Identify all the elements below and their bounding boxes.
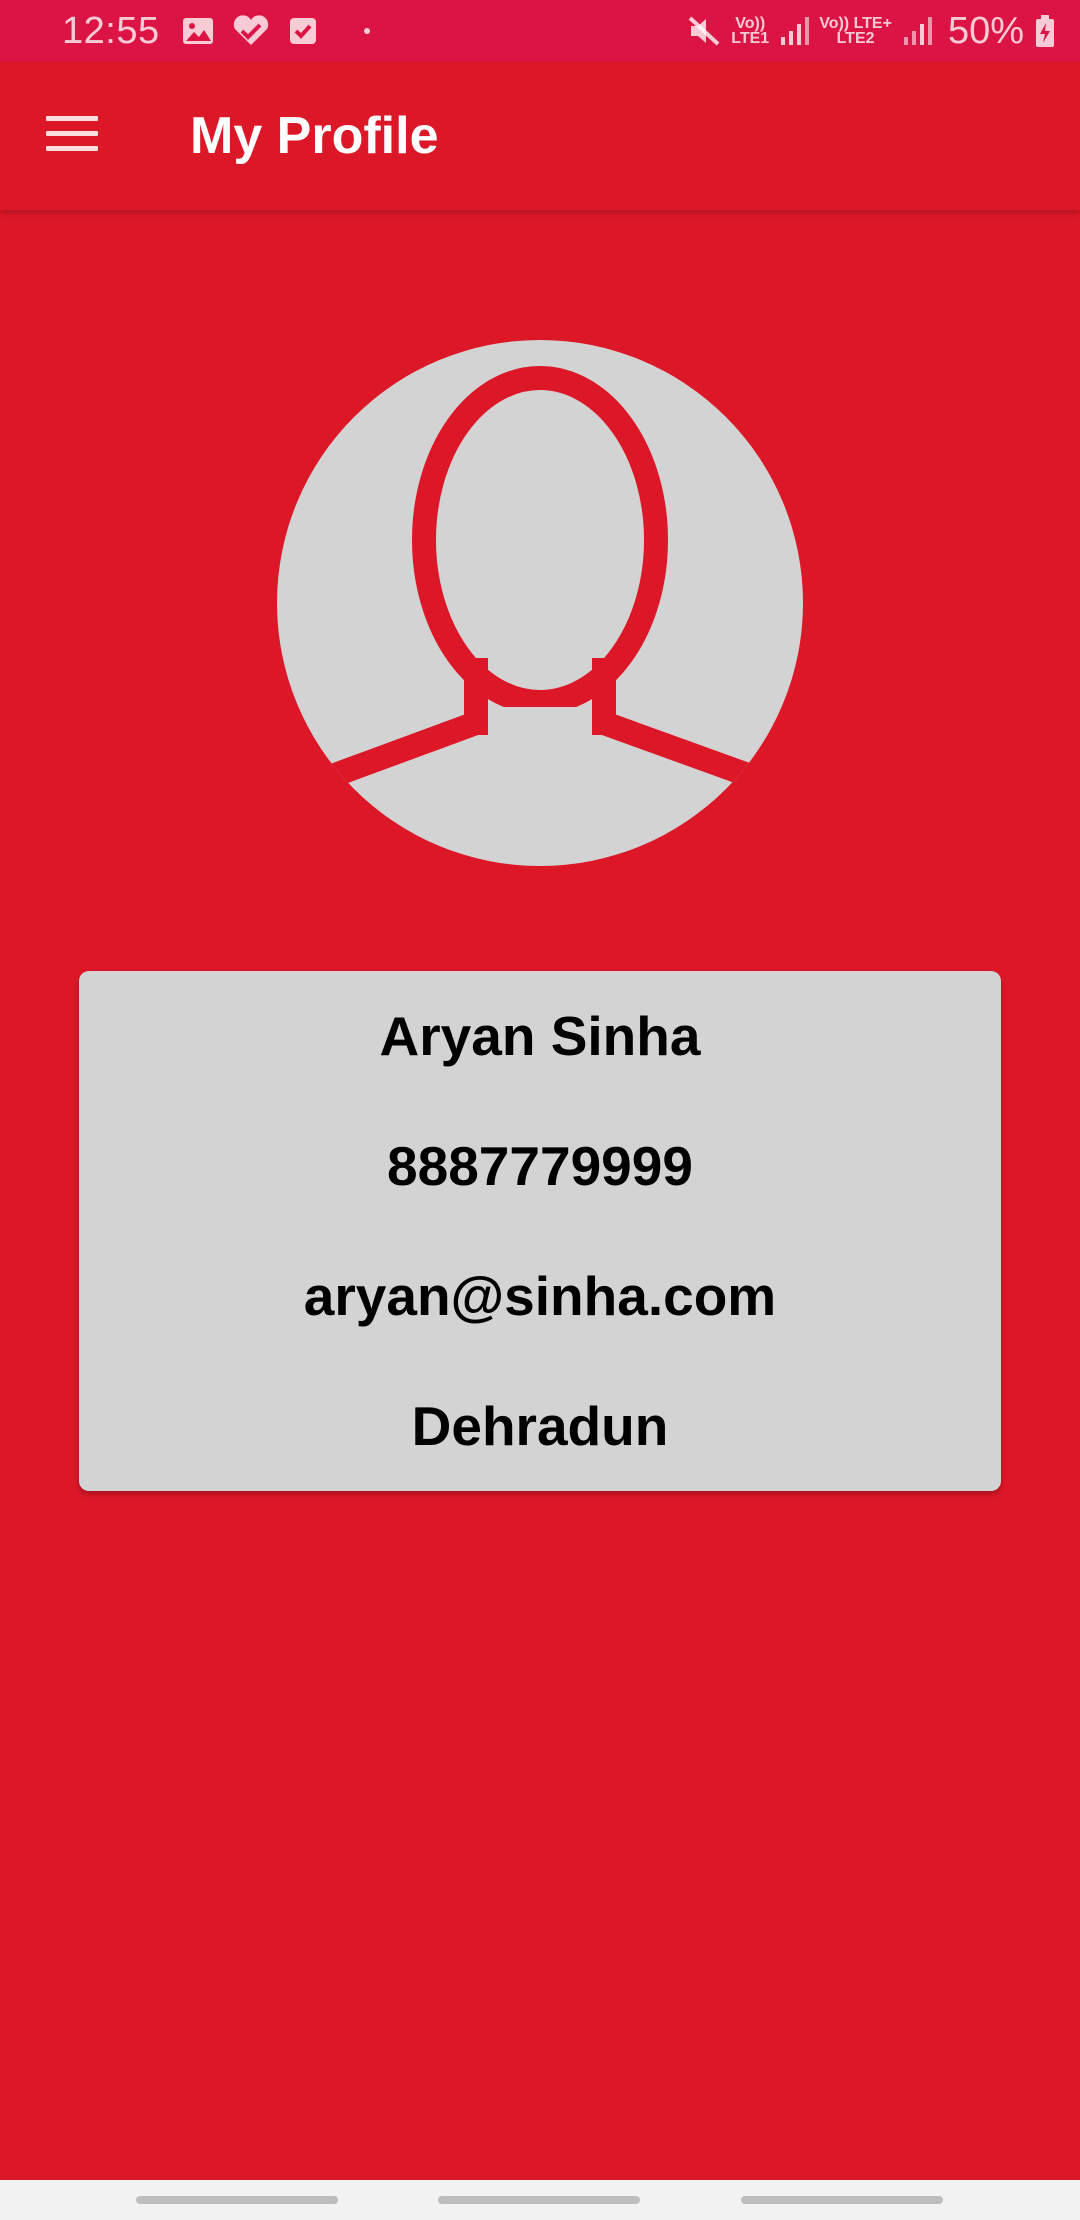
status-left-icons: [182, 15, 370, 47]
navigation-bar: [0, 2180, 1080, 2220]
notification-dot: [363, 28, 370, 34]
volte-lte1-icon: Vo)) LTE1: [731, 15, 770, 47]
user-avatar-icon: [277, 340, 803, 866]
mute-icon: [687, 15, 721, 47]
volte-lte2-icon: Vo)) LTE+ LTE2: [819, 15, 892, 47]
health-icon: [232, 15, 270, 47]
profile-city: Dehradun: [411, 1395, 669, 1457]
battery-icon: [1034, 14, 1056, 48]
nav-home-handle[interactable]: [438, 2196, 640, 2204]
nav-recent-handle[interactable]: [136, 2196, 338, 2204]
nav-back-handle[interactable]: [741, 2196, 943, 2204]
battery-percentage: 50%: [947, 9, 1024, 52]
signal-icon: [779, 15, 810, 47]
status-right-icons: Vo)) LTE1 Vo)) LTE+ LTE2 50%: [687, 10, 1056, 53]
profile-email: aryan@sinha.com: [303, 1265, 777, 1327]
profile-phone: 8887779999: [387, 1135, 693, 1197]
hamburger-menu-button[interactable]: [24, 88, 120, 184]
profile-name: Aryan Sinha: [379, 1005, 701, 1067]
status-time: 12:55: [62, 9, 160, 52]
status-bar: 12:55 Vo)) LTE1 Vo)) LTE+ LTE2 50%: [0, 0, 1080, 62]
avatar: [277, 340, 803, 866]
task-icon: [288, 16, 318, 46]
signal-icon: [902, 15, 932, 47]
app-bar: My Profile: [0, 62, 1080, 210]
page-title: My Profile: [190, 107, 439, 165]
gallery-icon: [182, 16, 214, 46]
profile-card: Aryan Sinha 8887779999 aryan@sinha.com D…: [79, 971, 1001, 1491]
hamburger-menu-icon: [46, 114, 98, 159]
